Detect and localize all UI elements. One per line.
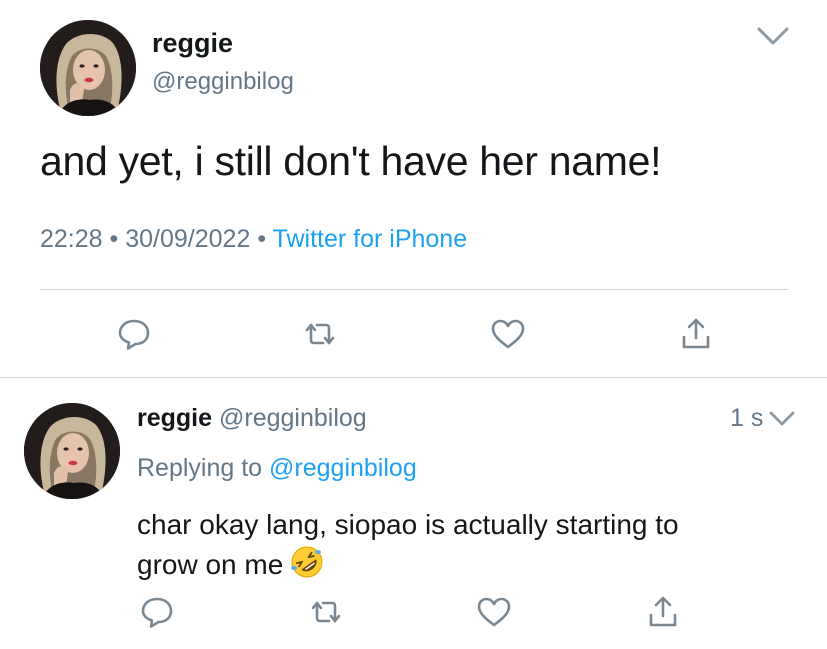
rolling-on-floor-laughing-emoji — [289, 544, 325, 580]
divider — [40, 289, 788, 290]
display-name[interactable]: reggie — [137, 404, 212, 432]
like-button[interactable] — [488, 314, 528, 354]
share-icon — [649, 596, 677, 627]
replying-handle-link[interactable]: @regginbilog — [269, 454, 417, 482]
reply-header: reggie @regginbilog — [137, 404, 367, 433]
share-icon — [682, 318, 710, 349]
reply-button[interactable] — [137, 592, 177, 632]
reply-text-line: grow on me — [137, 549, 284, 580]
reply-icon — [141, 597, 173, 628]
reply-icon — [118, 319, 150, 350]
tweet-source-link[interactable]: Twitter for iPhone — [273, 225, 468, 253]
user-handle[interactable]: @regginbilog — [219, 404, 367, 432]
user-handle[interactable]: @regginbilog — [152, 68, 294, 96]
reply-tweet-text: char okay lang, siopao is actually start… — [137, 505, 797, 584]
like-button[interactable] — [474, 592, 514, 632]
retweet-icon — [305, 323, 335, 345]
reply-avatar[interactable] — [24, 403, 120, 499]
tweet-date: 30/09/2022 — [125, 225, 251, 253]
share-button[interactable] — [643, 592, 683, 632]
replying-to: Replying to @regginbilog — [137, 454, 417, 483]
meta-separator: • — [109, 225, 119, 253]
retweet-icon — [311, 601, 341, 623]
display-name[interactable]: reggie — [152, 28, 233, 59]
retweet-button[interactable] — [300, 314, 340, 354]
tweet-text: and yet, i still don't have her name! — [40, 138, 662, 184]
reply-button[interactable] — [114, 314, 154, 354]
like-icon — [477, 597, 511, 627]
chevron-down-icon[interactable] — [768, 408, 796, 430]
tweet-time: 22:28 — [40, 225, 103, 253]
reply-text-line-2: grow on me — [137, 544, 797, 584]
reply-timestamp: 1 s — [730, 404, 764, 432]
reply-text-line: char okay lang, siopao is actually start… — [137, 509, 679, 540]
avatar-photo — [24, 403, 120, 499]
replying-prefix: Replying to — [137, 454, 263, 482]
tweet-meta: 22:28 • 30/09/2022 • Twitter for iPhone — [40, 225, 467, 254]
meta-separator: • — [257, 225, 267, 253]
share-button[interactable] — [676, 314, 716, 354]
divider — [0, 377, 827, 378]
avatar-photo — [40, 20, 136, 116]
retweet-button[interactable] — [306, 592, 346, 632]
like-icon — [491, 319, 525, 349]
main-avatar[interactable] — [40, 20, 136, 116]
chevron-down-icon[interactable] — [756, 24, 790, 48]
